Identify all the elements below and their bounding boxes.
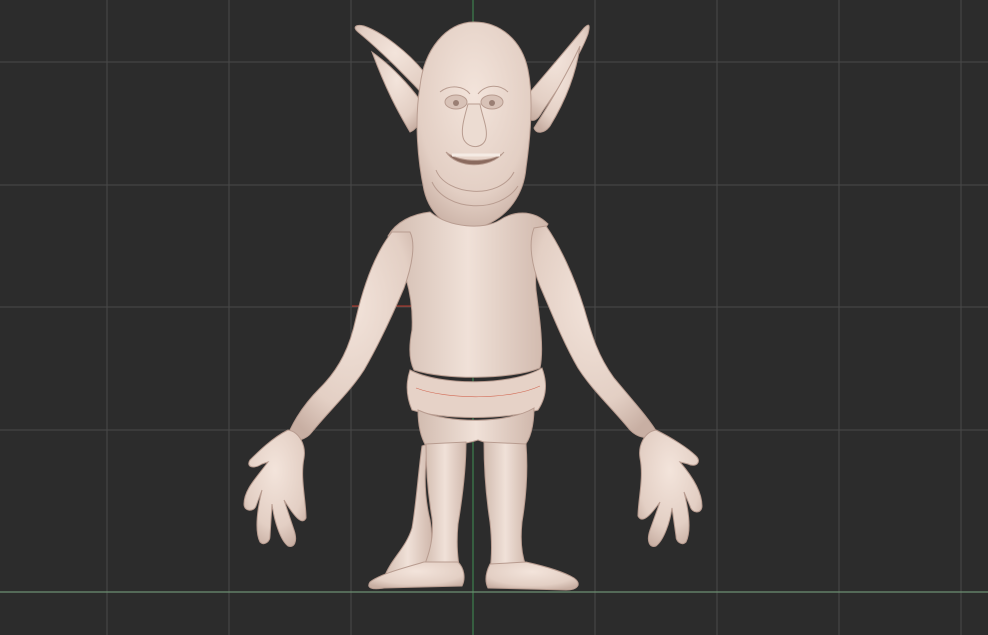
right-hand xyxy=(637,429,703,547)
right-foot xyxy=(485,561,579,591)
left-arm xyxy=(285,231,414,442)
right-leg xyxy=(483,441,528,571)
left-hand xyxy=(243,429,307,547)
left-foot xyxy=(368,561,465,590)
viewport-canvas[interactable] xyxy=(0,0,988,635)
left-leg xyxy=(383,443,433,579)
3d-viewport[interactable] xyxy=(0,0,988,635)
